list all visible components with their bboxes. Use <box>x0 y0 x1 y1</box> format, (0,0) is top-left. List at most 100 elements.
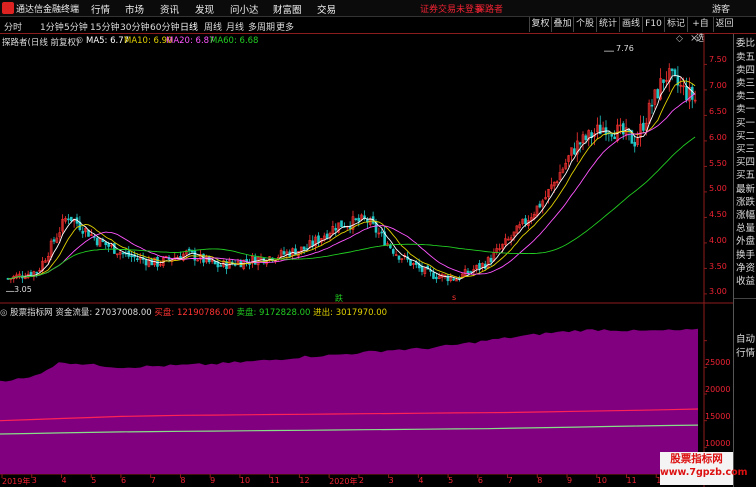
candle-body <box>662 79 665 83</box>
sidebar-item[interactable]: 最新 <box>736 184 755 195</box>
x-tick: 3 <box>388 476 394 485</box>
candle-body <box>391 249 395 254</box>
stats-button[interactable]: 统计 <box>596 17 619 32</box>
candle-body <box>673 69 677 76</box>
sidebar-item[interactable]: 卖一 <box>736 104 755 115</box>
low-annotation: 3.05 <box>14 285 32 294</box>
candle-body <box>144 259 148 266</box>
login-warning[interactable]: 证券交易未登录 <box>420 2 483 15</box>
sidebar-item[interactable]: 委比 <box>736 38 755 49</box>
candle-body <box>524 218 527 225</box>
tab-60min[interactable]: 60分钟 <box>150 20 179 33</box>
indicator-gear-icon[interactable]: ◎ <box>0 308 7 318</box>
candle-body <box>130 255 133 258</box>
tab-multi-period[interactable]: 多周期 <box>248 20 275 33</box>
tab-daily[interactable]: 日线 <box>180 20 198 33</box>
candle-body <box>150 259 154 266</box>
kline-chart[interactable] <box>0 34 733 487</box>
candle-body <box>573 148 576 155</box>
indicator-header: ◎ 股票指标网 资金流量: 27037008.00 买盘: 12190786.0… <box>0 306 705 318</box>
sidebar-item[interactable]: 卖四 <box>736 65 755 76</box>
tab-15min[interactable]: 15分钟 <box>90 20 119 33</box>
sidebar-item[interactable]: 买二 <box>736 131 755 142</box>
f10-button[interactable]: F10 <box>642 17 664 32</box>
menu-ask[interactable]: 问小达 <box>230 2 259 16</box>
sidebar-item[interactable]: 涨跌 <box>736 197 755 208</box>
candle-body <box>302 246 306 250</box>
restore-button[interactable]: 复权 <box>529 17 551 32</box>
price-tick: 6.00 <box>709 133 727 142</box>
sidebar-quote[interactable]: 行情 <box>736 348 755 359</box>
candle-body <box>469 271 473 273</box>
sidebar-item[interactable]: 卖三 <box>736 78 755 89</box>
tab-more[interactable]: 更多 <box>276 20 294 33</box>
x-tick: 9 <box>210 476 216 485</box>
candle-body <box>35 271 39 274</box>
menu-trade[interactable]: 交易 <box>317 2 336 16</box>
high-annotation: 7.76 <box>616 44 634 53</box>
x-tick: 8 <box>537 476 543 485</box>
price-tick: 4.50 <box>709 210 727 219</box>
ma20-line <box>7 93 696 280</box>
tab-1min[interactable]: 1分钟 <box>40 20 64 33</box>
menu-bar <box>0 0 756 17</box>
ma60-line <box>7 136 696 280</box>
menu-market[interactable]: 行情 <box>91 2 110 16</box>
candle-body <box>136 258 139 261</box>
x-tick: 10 <box>239 476 251 485</box>
flow-area <box>0 328 698 474</box>
candle-body <box>380 231 384 234</box>
menu-wealth[interactable]: 财富圈 <box>273 2 302 16</box>
sidebar-item[interactable]: 卖五 <box>736 52 755 63</box>
stock-button[interactable]: 个股 <box>573 17 596 32</box>
draw-button[interactable]: 画线 <box>619 17 642 32</box>
app-logo-icon <box>2 2 14 14</box>
menu-discover[interactable]: 发现 <box>195 2 214 16</box>
sidebar-item[interactable]: 涨幅 <box>736 210 755 221</box>
sidebar-item[interactable]: 买一 <box>736 118 755 129</box>
x-tick: 2020年 <box>329 477 358 486</box>
candle-body <box>334 228 338 231</box>
sidebar-item[interactable]: 总量 <box>736 223 755 234</box>
candle-body <box>478 263 481 270</box>
sidebar-item[interactable]: 卖二 <box>736 91 755 102</box>
indicator-name[interactable]: 股票指标网 <box>10 308 53 318</box>
sidebar-item[interactable]: 买四 <box>736 157 755 168</box>
sidebar-item[interactable]: 买三 <box>736 144 755 155</box>
candle-body <box>642 122 645 131</box>
back-button[interactable]: 返回 <box>713 17 735 32</box>
candle-body <box>452 278 455 281</box>
sidebar-item[interactable]: 收益 <box>736 276 755 287</box>
candle-body <box>685 85 688 101</box>
tab-30min[interactable]: 30分钟 <box>120 20 149 33</box>
indicator-tick: 15000 <box>705 412 731 421</box>
add-watchlist-button[interactable]: +自选 <box>687 17 713 44</box>
overlay-button[interactable]: 叠加 <box>551 17 573 32</box>
candle-body <box>432 272 435 279</box>
sidebar-item[interactable]: 换手 <box>736 250 755 261</box>
menu-news[interactable]: 资讯 <box>160 2 179 16</box>
price-tick: 4.00 <box>709 236 727 245</box>
candle-body <box>420 266 424 272</box>
tab-timeshare[interactable]: 分时 <box>4 20 22 33</box>
sidebar-item[interactable]: 净资 <box>736 263 755 274</box>
candle-body <box>294 248 297 256</box>
candle-body <box>156 256 159 267</box>
candle-body <box>489 257 493 263</box>
mark-button[interactable]: 标记 <box>664 17 687 32</box>
indicator-tick: 25000 <box>705 358 731 367</box>
sidebar-item[interactable]: 外盘 <box>736 236 755 247</box>
watermark-title: 股票指标网 <box>670 453 723 465</box>
x-tick: 10 <box>596 476 607 485</box>
price-tick: 3.50 <box>709 262 727 271</box>
tab-monthly[interactable]: 月线 <box>226 20 244 33</box>
stock-link[interactable]: 探路者 <box>476 2 503 15</box>
sidebar-auto[interactable]: 自动 <box>736 334 755 345</box>
sidebar-item[interactable]: 买五 <box>736 170 755 181</box>
x-tick: 4 <box>61 476 67 485</box>
tab-weekly[interactable]: 周线 <box>204 20 222 33</box>
menu-markets[interactable]: 市场 <box>125 2 144 16</box>
tab-5min[interactable]: 5分钟 <box>64 20 88 33</box>
visitor-label[interactable]: 游客 <box>712 2 730 15</box>
candle-body <box>311 240 315 246</box>
